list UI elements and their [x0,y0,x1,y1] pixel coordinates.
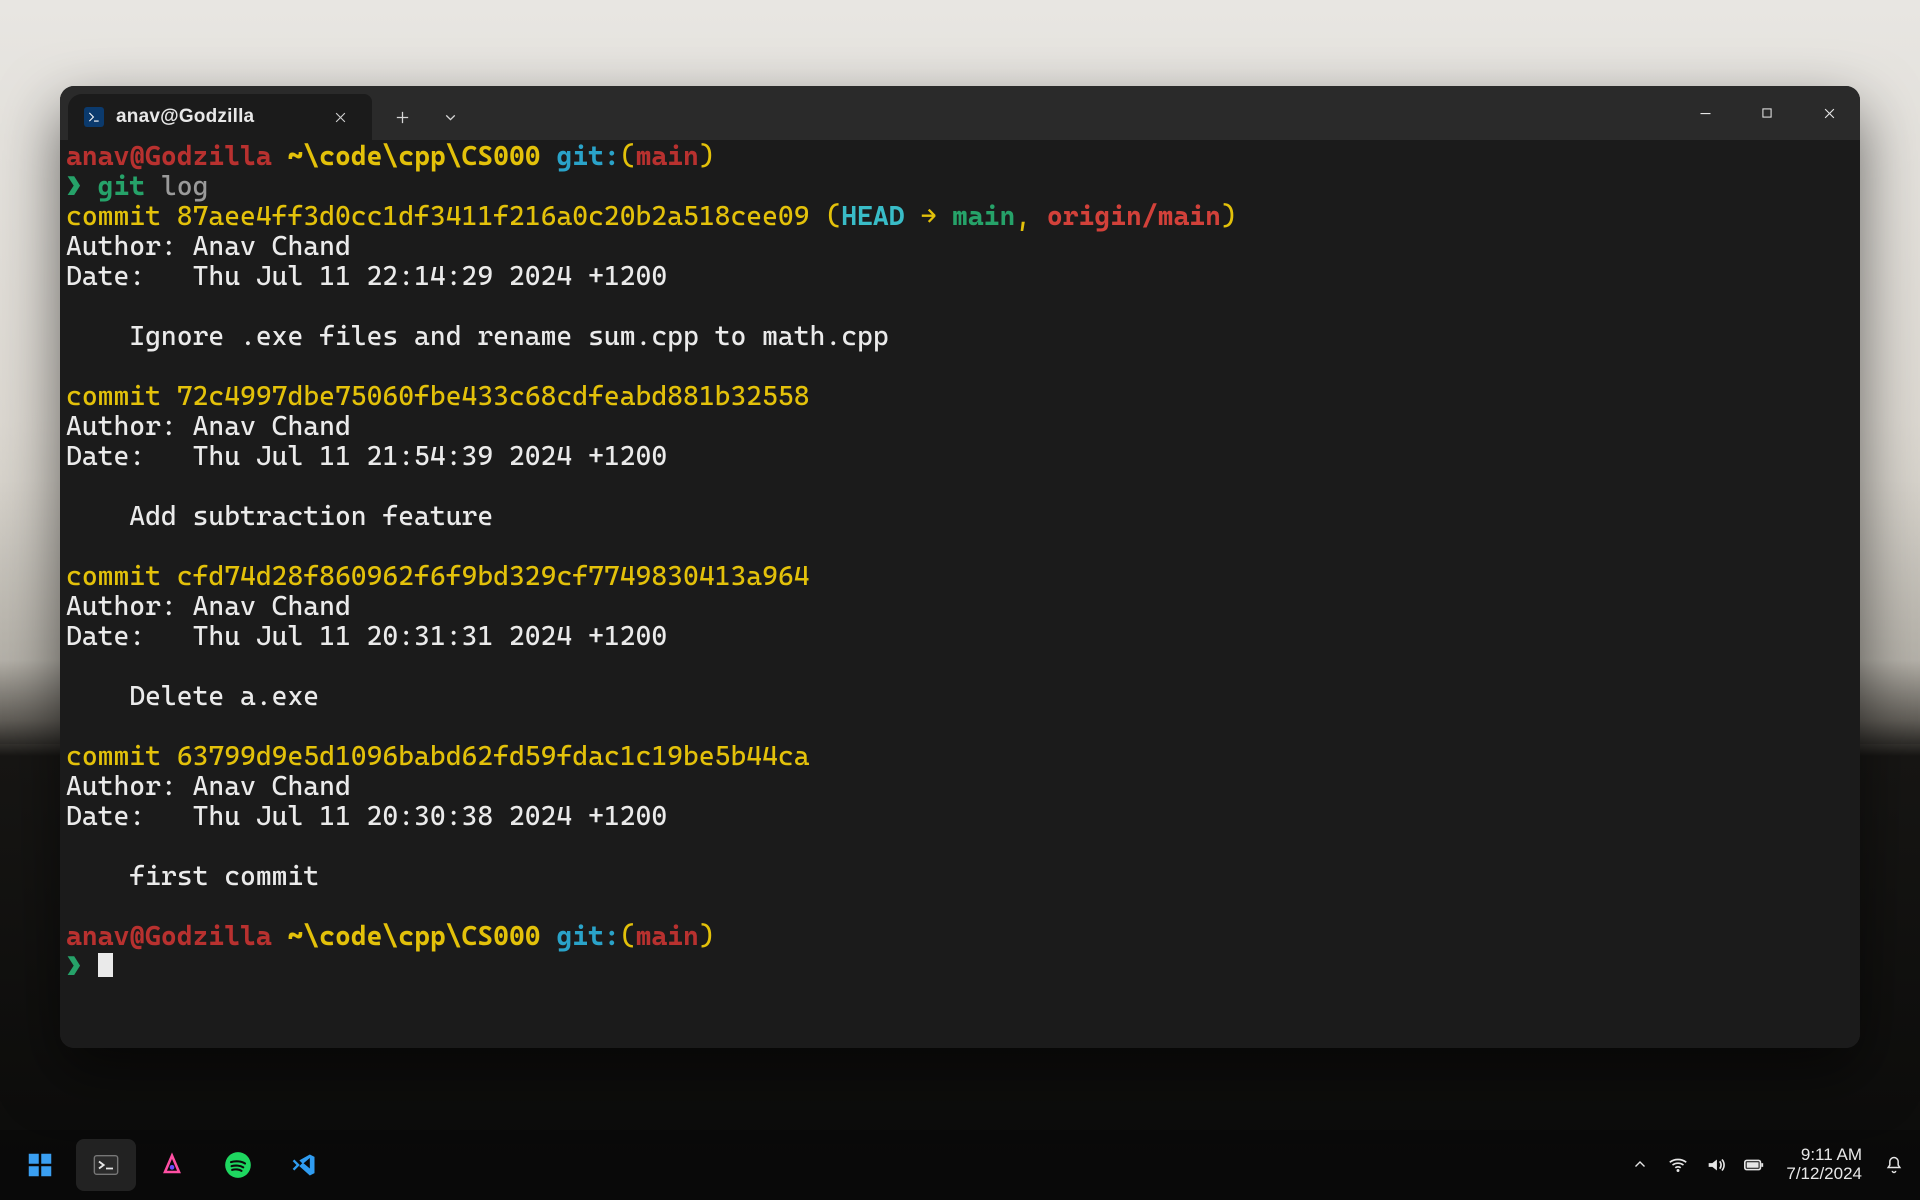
start-button[interactable] [10,1139,70,1191]
tab-dropdown-button[interactable] [430,100,470,136]
volume-icon[interactable] [1704,1153,1728,1177]
clock-date: 7/12/2024 [1786,1165,1862,1184]
tab-title: anav@Godzilla [116,106,254,128]
battery-icon[interactable] [1742,1153,1766,1177]
taskbar-clock[interactable]: 9:11 AM 7/12/2024 [1786,1146,1862,1183]
new-tab-button[interactable] [382,100,422,136]
taskbar-app-vscode[interactable] [274,1139,334,1191]
tab-strip-actions [372,86,470,140]
taskbar[interactable]: 9:11 AM 7/12/2024 [0,1130,1920,1200]
powershell-icon [84,107,104,127]
titlebar-drag-region[interactable] [470,86,1674,140]
taskbar-app-terminal[interactable] [76,1139,136,1191]
taskbar-app-spotify[interactable] [208,1139,268,1191]
clock-time: 9:11 AM [1801,1146,1862,1165]
tab-close-button[interactable] [326,103,354,131]
taskbar-app-arc[interactable] [142,1139,202,1191]
notifications-icon[interactable] [1882,1153,1906,1177]
title-bar[interactable]: anav@Godzilla [60,86,1860,140]
minimize-button[interactable] [1674,86,1736,140]
terminal-output[interactable]: anav@Godzilla ~\code\cpp\CS000 git:(main… [60,140,1860,1048]
taskbar-pinned-apps [0,1139,334,1191]
terminal-window: anav@Godzilla anav@Godzill [60,86,1860,1048]
maximize-button[interactable] [1736,86,1798,140]
system-tray: 9:11 AM 7/12/2024 [1628,1146,1920,1183]
close-button[interactable] [1798,86,1860,140]
wifi-icon[interactable] [1666,1153,1690,1177]
tray-overflow-icon[interactable] [1628,1153,1652,1177]
tab-active[interactable]: anav@Godzilla [68,94,372,140]
window-controls [1674,86,1860,140]
